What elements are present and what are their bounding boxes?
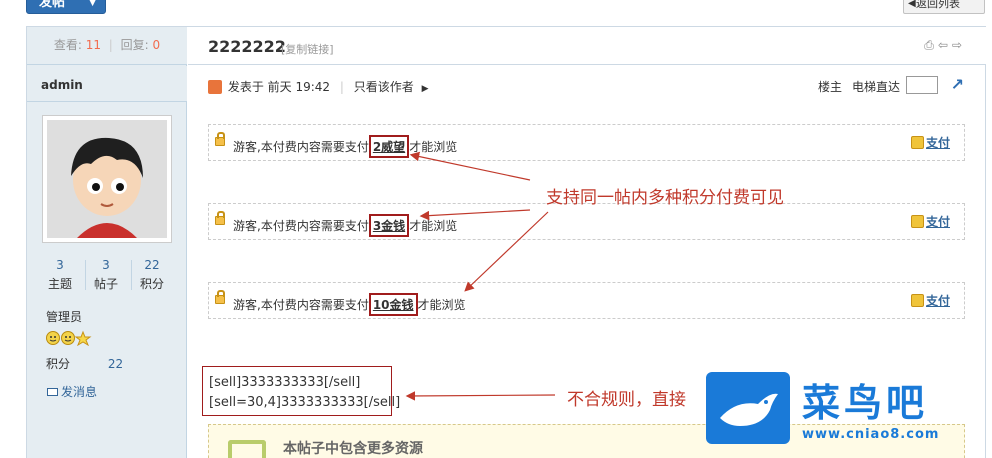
resource-title: 本帖子中包含更多资源 <box>283 441 423 457</box>
sell-code-example: [sell]3333333333[/sell] [sell=30,4]33333… <box>202 366 401 416</box>
annotation-invalid-rule: 不合规则，直接 <box>567 390 686 410</box>
watermark-logo <box>706 372 790 444</box>
watermark-url: www.cniao8.com <box>802 427 940 442</box>
code-line: [sell]3333333333[/sell] <box>209 375 361 390</box>
code-line: [sell=30,4]3333333333[/sell] <box>209 395 401 410</box>
annotation-multi-currency: 支持同一帖内多种积分付费可见 <box>546 188 784 208</box>
watermark-name: 菜鸟吧 <box>802 380 929 425</box>
folder-icon <box>228 440 266 458</box>
